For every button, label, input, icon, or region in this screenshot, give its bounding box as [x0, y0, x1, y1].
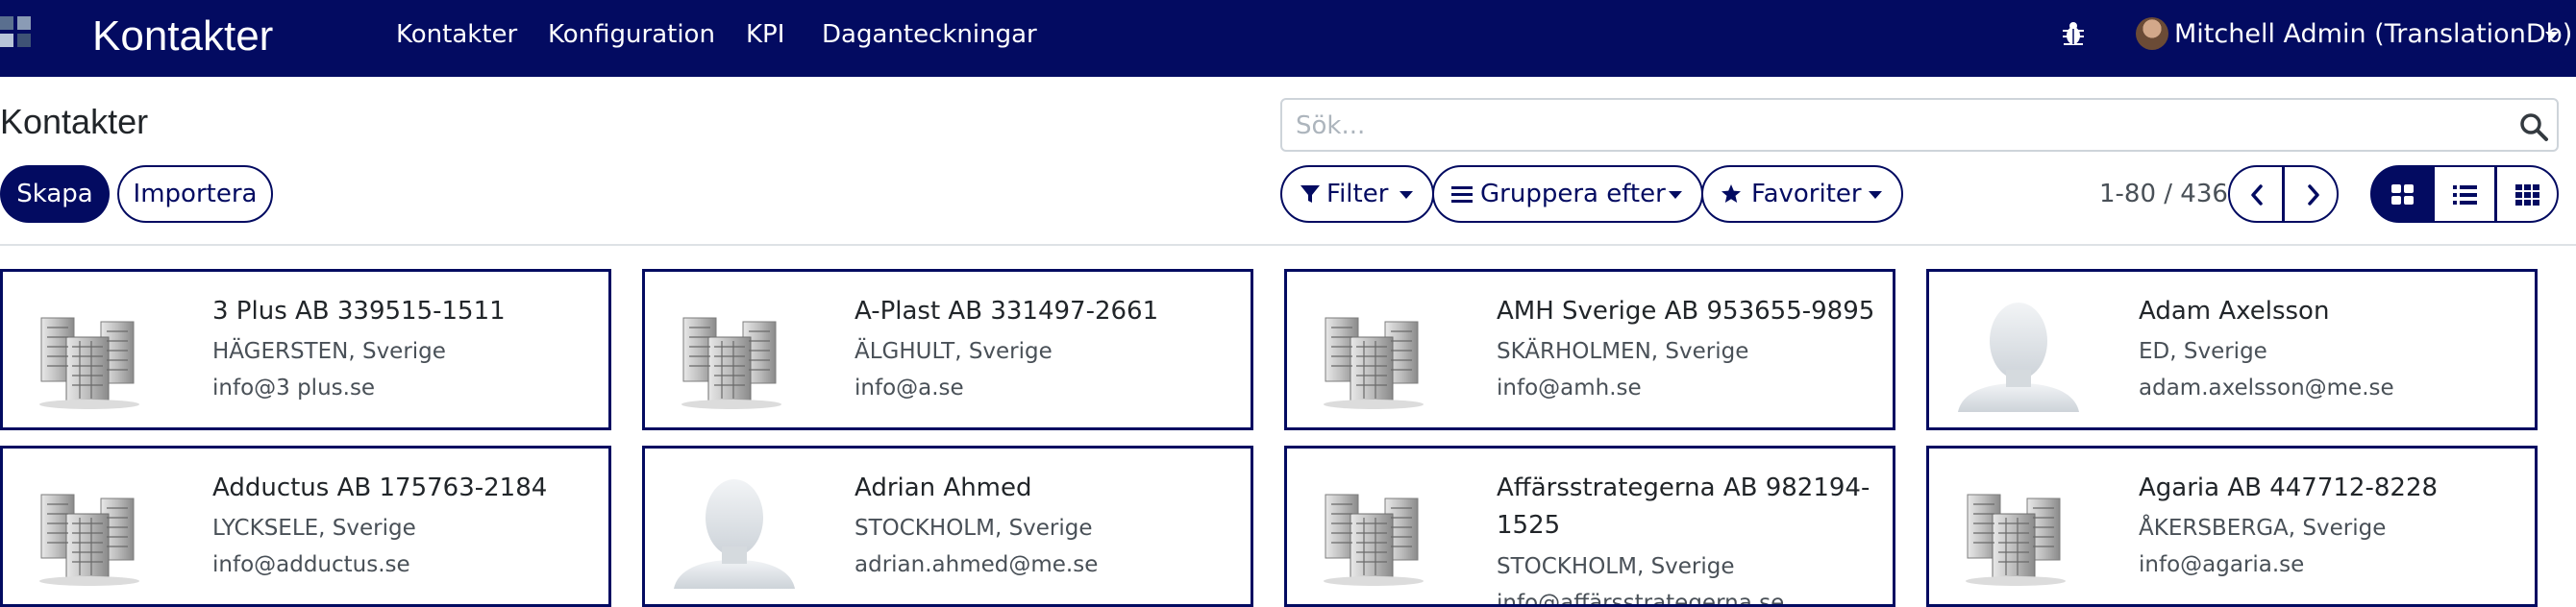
filter-label: Filter: [1326, 180, 1389, 208]
filter-funnel-icon: [1300, 185, 1320, 203]
chevron-left-icon: [2251, 184, 2263, 206]
contact-name: Affärsstrategerna AB 982194-1525: [1497, 473, 1870, 540]
control-panel-divider: [0, 244, 2576, 246]
contact-card[interactable]: Affärsstrategerna AB 982194-1525 STOCKHOL…: [1284, 446, 1895, 607]
import-button[interactable]: Importera: [117, 165, 273, 223]
grid-view-icon: [2515, 184, 2539, 206]
contact-card[interactable]: Adam Axelsson ED, Sverige adam.axelsson@me…: [1926, 269, 2538, 430]
filter-caret-icon: [1399, 191, 1413, 199]
contact-location: STOCKHOLM, Sverige: [1497, 554, 1735, 579]
contact-name: Adductus AB 175763-2184: [212, 473, 548, 502]
contact-name: AMH Sverige AB 953655-9895: [1497, 297, 1875, 326]
contact-card[interactable]: AMH Sverige AB 953655-9895 SKÄRHOLMEN, Sv…: [1284, 269, 1895, 430]
chevron-right-icon: [2308, 184, 2319, 206]
pager-next-button[interactable]: [2283, 165, 2339, 223]
pager-value[interactable]: 1-80 / 436: [2099, 165, 2228, 223]
pager-previous-button[interactable]: [2228, 165, 2284, 223]
group-by-button[interactable]: Gruppera efter: [1432, 165, 1703, 223]
list-bars-icon: [1451, 186, 1473, 203]
contact-card[interactable]: Agaria AB 447712-8228 ÅKERSBERGA, Sverige…: [1926, 446, 2538, 607]
page-title: Kontakter: [0, 102, 149, 141]
contact-location: ÄLGHULT, Sverige: [855, 339, 1053, 364]
grid-view-button[interactable]: [2495, 165, 2559, 223]
contact-email: info@adductus.se: [212, 552, 410, 577]
contact-email: info@a.se: [855, 376, 964, 401]
person-placeholder-avatar: [1956, 293, 2081, 412]
list-view-icon: [2453, 185, 2477, 205]
company-building-icon: [30, 293, 155, 412]
contact-location: ED, Sverige: [2139, 339, 2267, 364]
company-building-icon: [1956, 470, 2081, 589]
menu-item-kpi[interactable]: KPI: [746, 0, 784, 77]
contact-email: info@affärsstrategerna.se: [1497, 591, 1785, 607]
group-by-caret-icon: [1669, 191, 1682, 199]
kanban-view-button[interactable]: [2370, 165, 2434, 223]
contact-email: info@3 plus.se: [212, 376, 376, 401]
contact-name: Agaria AB 447712-8228: [2139, 473, 2439, 502]
contact-name: Adrian Ahmed: [855, 473, 1032, 502]
person-placeholder-avatar: [672, 470, 797, 589]
top-navbar: Kontakter Kontakter Konfiguration KPI Da…: [0, 0, 2576, 77]
favorites-button[interactable]: Favoriter: [1701, 165, 1903, 223]
contact-location: ÅKERSBERGA, Sverige: [2139, 516, 2387, 541]
create-button[interactable]: Skapa: [0, 165, 110, 223]
user-menu-caret-icon[interactable]: [2545, 32, 2559, 39]
search-icon[interactable]: [2518, 111, 2549, 142]
contact-location: STOCKHOLM, Sverige: [855, 516, 1093, 541]
app-brand[interactable]: Kontakter: [92, 0, 273, 77]
favorites-label: Favoriter: [1751, 180, 1862, 208]
contact-card[interactable]: 3 Plus AB 339515-1511 HÄGERSTEN, Sverige i…: [0, 269, 611, 430]
contact-name: A-Plast AB 331497-2661: [855, 297, 1159, 326]
contact-name: 3 Plus AB 339515-1511: [212, 297, 506, 326]
debug-bug-icon[interactable]: [2059, 19, 2088, 48]
company-building-icon: [1314, 470, 1439, 589]
kanban-view-icon: [2391, 184, 2414, 205]
contact-card[interactable]: A-Plast AB 331497-2661 ÄLGHULT, Sverige in…: [642, 269, 1253, 430]
menu-item-konfiguration[interactable]: Konfiguration: [548, 0, 715, 77]
company-building-icon: [1314, 293, 1439, 412]
apps-menu-icon[interactable]: [0, 16, 33, 59]
contact-email: adam.axelsson@me.se: [2139, 376, 2394, 401]
company-building-icon: [30, 470, 155, 589]
contact-card[interactable]: Adductus AB 175763-2184 LYCKSELE, Sverige…: [0, 446, 611, 607]
company-building-icon: [672, 293, 797, 412]
filter-button[interactable]: Filter: [1280, 165, 1434, 223]
contact-location: SKÄRHOLMEN, Sverige: [1497, 339, 1749, 364]
contact-email: info@agaria.se: [2139, 552, 2305, 577]
menu-item-daganteckningar[interactable]: Daganteckningar: [822, 0, 1037, 77]
search-bar[interactable]: [1280, 98, 2559, 152]
contact-location: HÄGERSTEN, Sverige: [212, 339, 446, 364]
group-by-label: Gruppera efter: [1480, 180, 1666, 208]
user-menu-name[interactable]: Mitchell Admin (TranslationDb): [2174, 0, 2572, 69]
favorites-caret-icon: [1869, 191, 1882, 199]
search-input[interactable]: [1294, 100, 2499, 152]
contact-location: LYCKSELE, Sverige: [212, 516, 416, 541]
contact-email: adrian.ahmed@me.se: [855, 552, 1099, 577]
contact-name: Adam Axelsson: [2139, 297, 2330, 326]
contact-email: info@amh.se: [1497, 376, 1642, 401]
contact-card[interactable]: Adrian Ahmed STOCKHOLM, Sverige adrian.ahm…: [642, 446, 1253, 607]
list-view-button[interactable]: [2433, 165, 2496, 223]
user-avatar[interactable]: [2136, 17, 2168, 50]
menu-item-kontakter[interactable]: Kontakter: [396, 0, 517, 77]
star-icon: [1721, 184, 1741, 203]
